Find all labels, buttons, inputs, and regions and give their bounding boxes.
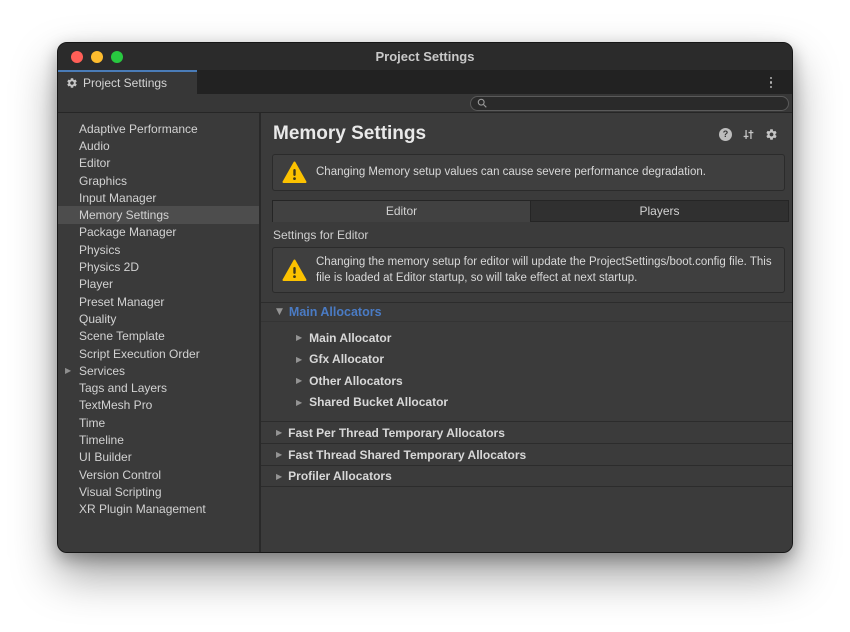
- sidebar-item-version-control[interactable]: Version Control: [58, 466, 259, 483]
- foldout-fast-per-thread-temporary-allocators[interactable]: ▶ Fast Per Thread Temporary Allocators: [261, 421, 792, 443]
- tab-label: Project Settings: [83, 76, 167, 90]
- presets-icon[interactable]: [742, 128, 755, 141]
- sidebar-item-ui-builder[interactable]: UI Builder: [58, 449, 259, 466]
- sidebar-item-editor[interactable]: Editor: [58, 155, 259, 172]
- search-field[interactable]: [470, 96, 789, 111]
- help-icon[interactable]: ?: [719, 128, 732, 141]
- memory-settings-panel: Memory Settings ? Changing Memory setup …: [261, 113, 792, 552]
- warning-text: Changing Memory setup values can cause s…: [316, 164, 706, 180]
- sidebar-item-textmesh-pro[interactable]: TextMesh Pro: [58, 397, 259, 414]
- sidebar-item-tags-and-layers[interactable]: Tags and Layers: [58, 379, 259, 396]
- sidebar-item-timeline[interactable]: Timeline: [58, 431, 259, 448]
- sidebar-item-services[interactable]: ▶Services: [58, 362, 259, 379]
- chevron-down-icon: ▼: [276, 307, 283, 317]
- foldout-gfx-allocator[interactable]: ▶ Gfx Allocator: [261, 349, 792, 371]
- collapsed-foldouts: ▶ Fast Per Thread Temporary Allocators ▶…: [261, 421, 792, 487]
- foldout-profiler-allocators[interactable]: ▶ Profiler Allocators: [261, 465, 792, 487]
- warning-icon: [282, 259, 307, 282]
- main-allocators-children: ▶ Main Allocator ▶ Gfx Allocator ▶ Other…: [261, 322, 792, 421]
- foldout-main-allocator[interactable]: ▶ Main Allocator: [261, 327, 792, 349]
- search-icon: [477, 98, 487, 108]
- sidebar-item-graphics[interactable]: Graphics: [58, 172, 259, 189]
- chevron-right-icon: ▶: [276, 450, 282, 459]
- project-settings-window: Project Settings Project Settings Adapti…: [57, 42, 793, 553]
- sidebar-item-script-execution-order[interactable]: Script Execution Order: [58, 345, 259, 362]
- sidebar-item-adaptive-performance[interactable]: Adaptive Performance: [58, 120, 259, 137]
- sidebar-item-input-manager[interactable]: Input Manager: [58, 189, 259, 206]
- chevron-right-icon: ▶: [296, 333, 302, 342]
- warning-icon: [282, 161, 307, 184]
- foldout-fast-thread-shared-temporary-allocators[interactable]: ▶ Fast Thread Shared Temporary Allocator…: [261, 443, 792, 465]
- sidebar-item-memory-settings[interactable]: Memory Settings: [58, 206, 259, 223]
- tab-editor[interactable]: Editor: [273, 201, 530, 222]
- sidebar-item-time[interactable]: Time: [58, 414, 259, 431]
- panel-header: Memory Settings ?: [261, 113, 792, 150]
- sidebar-item-physics[interactable]: Physics: [58, 241, 259, 258]
- tab-players[interactable]: Players: [530, 201, 788, 222]
- chevron-right-icon: ▶: [276, 428, 282, 437]
- settings-category-sidebar: Adaptive Performance Audio Editor Graphi…: [58, 113, 261, 552]
- chevron-right-icon: ▶: [276, 472, 282, 481]
- foldout-shared-bucket-allocator[interactable]: ▶ Shared Bucket Allocator: [261, 392, 792, 414]
- search-input[interactable]: [491, 97, 782, 109]
- titlebar: Project Settings: [58, 43, 792, 70]
- editor-warning-banner: Changing the memory setup for editor wil…: [272, 247, 785, 293]
- gear-icon: [66, 77, 78, 89]
- pane-menu-kebab-icon[interactable]: [764, 74, 778, 91]
- sidebar-item-xr-plugin-management[interactable]: XR Plugin Management: [58, 501, 259, 518]
- sidebar-item-audio[interactable]: Audio: [58, 137, 259, 154]
- chevron-right-icon: ▶: [296, 376, 302, 385]
- chevron-right-icon: ▶: [296, 355, 302, 364]
- sidebar-item-physics-2d[interactable]: Physics 2D: [58, 258, 259, 275]
- warning-banner: Changing Memory setup values can cause s…: [272, 154, 785, 191]
- chevron-right-icon: ▶: [296, 398, 302, 407]
- tab-project-settings[interactable]: Project Settings: [58, 70, 197, 94]
- tab-strip: Project Settings: [58, 70, 792, 94]
- page-title: Memory Settings: [273, 123, 719, 145]
- foldout-other-allocators[interactable]: ▶ Other Allocators: [261, 370, 792, 392]
- chevron-right-icon[interactable]: ▶: [65, 366, 71, 375]
- sidebar-item-player[interactable]: Player: [58, 276, 259, 293]
- sidebar-item-scene-template[interactable]: Scene Template: [58, 328, 259, 345]
- gear-icon[interactable]: [765, 128, 778, 141]
- sidebar-item-visual-scripting[interactable]: Visual Scripting: [58, 483, 259, 500]
- sidebar-item-package-manager[interactable]: Package Manager: [58, 224, 259, 241]
- editor-players-tabs: Editor Players: [272, 200, 789, 222]
- window-title: Project Settings: [58, 49, 792, 64]
- foldout-main-allocators[interactable]: ▼ Main Allocators: [261, 302, 792, 322]
- settings-toolbar: [58, 94, 792, 113]
- sidebar-item-preset-manager[interactable]: Preset Manager: [58, 293, 259, 310]
- settings-for-editor-label: Settings for Editor: [273, 228, 792, 242]
- sidebar-item-quality[interactable]: Quality: [58, 310, 259, 327]
- warning-text: Changing the memory setup for editor wil…: [316, 254, 775, 286]
